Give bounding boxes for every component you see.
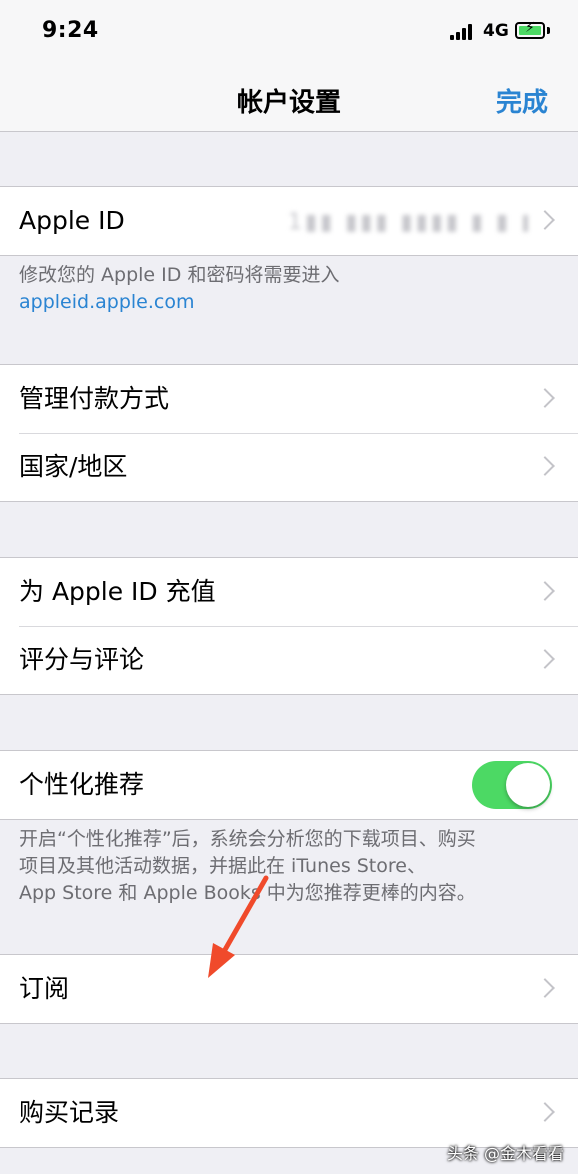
ratings-reviews-row[interactable]: 评分与评论 xyxy=(0,626,578,694)
ratings-reviews-label: 评分与评论 xyxy=(19,645,145,674)
page-title: 帐户设置 xyxy=(236,88,341,118)
watermark: 头条 @金木看看 xyxy=(446,1144,564,1163)
personalized-row: 个性化推荐 xyxy=(0,751,578,819)
topup-ratings-group: 为 Apple ID 充值 评分与评论 xyxy=(0,557,578,695)
chevron-right-icon xyxy=(535,210,555,230)
personalized-footer-line: 项目及其他活动数据，并据此在 iTunes Store、 xyxy=(19,855,426,877)
country-region-row[interactable]: 国家/地区 xyxy=(0,433,578,501)
network-type: 4G xyxy=(483,21,509,41)
personalized-footer-line: 开启“个性化推荐”后，系统会分析您的下载项目、购买 xyxy=(19,828,476,850)
purchase-history-group: 购买记录 xyxy=(0,1078,578,1148)
appleid-link[interactable]: appleid.apple.com xyxy=(19,289,559,316)
payment-region-group: 管理付款方式 国家/地区 xyxy=(0,364,578,502)
status-time: 9:24 xyxy=(42,18,99,43)
personalized-group: 个性化推荐 xyxy=(0,750,578,820)
apple-id-label: Apple ID xyxy=(19,206,125,235)
chevron-right-icon xyxy=(535,581,555,601)
manage-payment-label: 管理付款方式 xyxy=(19,384,170,413)
chevron-right-icon xyxy=(535,978,555,998)
battery-tip xyxy=(547,27,550,34)
status-bar: 9:24 4G ⚡ xyxy=(0,0,578,62)
personalized-label: 个性化推荐 xyxy=(19,770,145,799)
country-region-label: 国家/地区 xyxy=(19,452,128,481)
apple-id-footer-text: 修改您的 Apple ID 和密码将需要进入 xyxy=(19,264,340,286)
subscriptions-group: 订阅 xyxy=(0,954,578,1024)
add-funds-row[interactable]: 为 Apple ID 充值 xyxy=(0,558,578,626)
subscriptions-label: 订阅 xyxy=(19,974,70,1003)
personalized-footer: 开启“个性化推荐”后，系统会分析您的下载项目、购买 项目及其他活动数据，并据此在… xyxy=(19,826,559,907)
navigation-bar: 帐户设置 完成 xyxy=(0,62,578,132)
manage-payment-row[interactable]: 管理付款方式 xyxy=(0,365,578,433)
personalized-footer-line: App Store 和 Apple Books 中为您推荐更棒的内容。 xyxy=(19,882,476,904)
toggle-knob xyxy=(506,763,550,807)
chevron-right-icon xyxy=(535,456,555,476)
purchase-history-row[interactable]: 购买记录 xyxy=(0,1079,578,1147)
apple-id-row[interactable]: Apple ID 1▮▮ ▮▮▮ ▮▮▮▮ ▮ ▮ ▮ ▮ xyxy=(0,187,578,255)
add-funds-label: 为 Apple ID 充值 xyxy=(19,577,216,606)
battery-icon: ⚡ xyxy=(515,21,545,39)
done-button[interactable]: 完成 xyxy=(496,82,548,119)
personalized-toggle[interactable] xyxy=(472,761,552,809)
purchase-history-label: 购买记录 xyxy=(19,1098,120,1127)
chevron-right-icon xyxy=(535,1102,555,1122)
chevron-right-icon xyxy=(535,388,555,408)
apple-id-group: Apple ID 1▮▮ ▮▮▮ ▮▮▮▮ ▮ ▮ ▮ ▮ xyxy=(0,186,578,256)
apple-id-footer: 修改您的 Apple ID 和密码将需要进入 appleid.apple.com xyxy=(19,262,559,316)
apple-id-value: 1▮▮ ▮▮▮ ▮▮▮▮ ▮ ▮ ▮ ▮ xyxy=(288,211,528,235)
chevron-right-icon xyxy=(535,649,555,669)
signal-strength-icon xyxy=(450,24,474,40)
subscriptions-row[interactable]: 订阅 xyxy=(0,955,578,1023)
